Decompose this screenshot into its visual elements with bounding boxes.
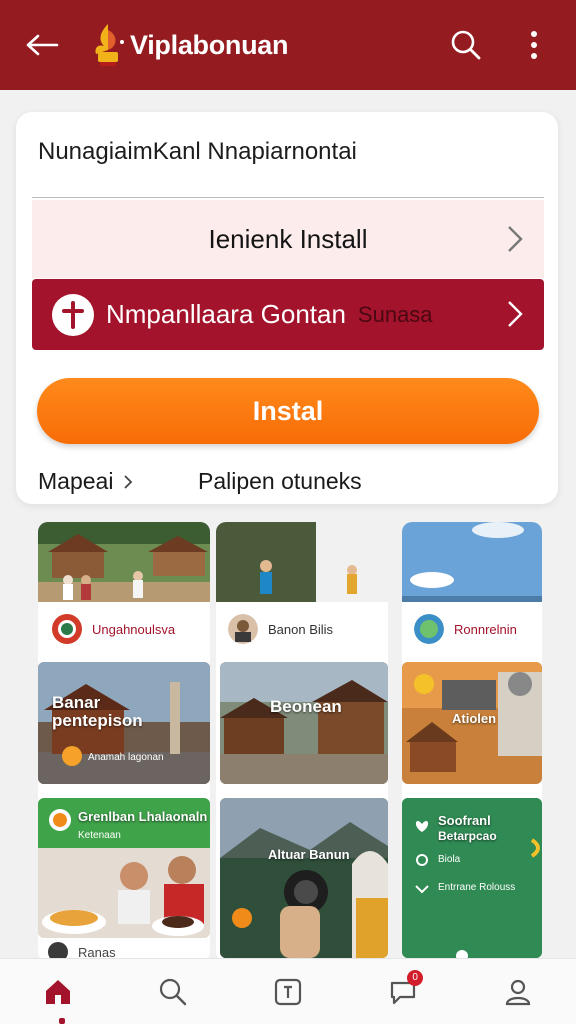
app-title: Viplabonuan (130, 29, 289, 60)
channel-chip[interactable]: Banon Bilis (228, 614, 333, 644)
arrow-left-icon (26, 34, 59, 56)
chevron-right-icon (124, 474, 133, 489)
channel-chip-label: Ungahnoulsva (92, 621, 176, 637)
app-bar: Viplabonuan (0, 0, 576, 90)
image-tile[interactable]: Soofranl Betarpcao Biola Entrrane Rolous… (402, 798, 542, 958)
more-vertical-icon (531, 31, 537, 59)
app-logo-icon (88, 20, 128, 70)
cross-icon (52, 293, 94, 336)
app-info-card: NunagiaimKanl Nnapiarnontai Ienienk Inst… (16, 112, 558, 504)
chevron-right-icon (508, 226, 523, 252)
nav-search[interactable] (149, 968, 197, 1016)
content-grid: Ungahnoulsva Banar pentepison Anamah lag… (32, 518, 546, 962)
search-icon (159, 978, 186, 1005)
tile-title: Altuar Banun (268, 847, 350, 862)
more-options-button[interactable] (514, 25, 554, 65)
avatar (228, 614, 258, 644)
tile-title: Grenlban Lhalaonaln (78, 809, 208, 824)
content-column[interactable]: Ungahnoulsva Banar pentepison Anamah lag… (38, 522, 210, 962)
chevron-right-icon (508, 301, 523, 327)
tile-subtitle: pentepison (52, 711, 143, 730)
tile-title: Soofranl (438, 813, 491, 828)
channel-chip-label: Banon Bilis (268, 621, 334, 637)
install-button[interactable]: Instal (37, 378, 539, 444)
content-column[interactable]: Banon Bilis Beonean Altuar Banun (216, 522, 388, 962)
tile-item: Entrrane Rolouss (438, 882, 516, 893)
nav-profile[interactable] (494, 968, 542, 1016)
card-heading: NunagiaimKanl Nnapiarnontai (38, 138, 357, 165)
feature-row-label: Nmpanllaara Gontan (106, 299, 346, 329)
photo-banner (38, 522, 210, 602)
nav-apps[interactable] (264, 968, 312, 1016)
image-tile[interactable]: Grenlban Lhalaonaln Ketenaan (38, 798, 210, 938)
content-column[interactable]: Ronnrelnin Atiolen Soofranl Betarpcao Bi… (402, 522, 542, 962)
tile-item: Biola (438, 854, 461, 865)
tile-subtitle: Ketenaan (78, 830, 121, 841)
user-icon (506, 979, 531, 1005)
photo-banner (216, 522, 388, 602)
meta-left-label: Mapeai (38, 468, 114, 494)
tile-subtitle: Betarpcao (438, 829, 497, 843)
search-button[interactable] (446, 25, 486, 65)
tile-caption: Anamah lagonan (88, 752, 164, 763)
feature-row[interactable]: Nmpanllaara Gontan Sunasa (32, 279, 544, 350)
active-tab-indicator (59, 1018, 65, 1024)
square-tile-icon (274, 978, 302, 1005)
search-icon (451, 30, 481, 60)
notification-badge: 0 (407, 969, 424, 986)
image-tile[interactable]: Altuar Banun (220, 798, 388, 958)
image-tile[interactable]: Beonean (220, 662, 388, 784)
meta-link[interactable]: Mapeai (38, 468, 133, 495)
image-tile[interactable]: Atiolen (402, 662, 542, 784)
tile-title: Banar (52, 693, 101, 712)
back-button[interactable] (22, 25, 62, 65)
channel-chip[interactable]: Ronnrelnin (414, 614, 517, 644)
meta-right-label[interactable]: Palipen otuneks (198, 468, 362, 495)
install-row[interactable]: Ienienk Install (32, 200, 544, 278)
avatar (52, 614, 82, 644)
bottom-navigation: 0 (0, 958, 576, 1024)
tile-title: Atiolen (452, 711, 497, 726)
tile-title: Beonean (270, 697, 342, 716)
photo-banner (402, 522, 542, 602)
install-row-label: Ienienk Install (208, 223, 368, 254)
nav-home[interactable] (34, 968, 82, 1016)
image-tile[interactable]: Banar pentepison Anamah lagonan (38, 662, 210, 784)
nav-messages[interactable]: 0 (379, 968, 427, 1016)
channel-chip[interactable]: Ungahnoulsva (52, 614, 175, 644)
channel-chip-label: Ronnrelnin (454, 621, 517, 637)
home-icon (45, 979, 70, 1004)
avatar (414, 614, 444, 644)
divider (32, 197, 544, 198)
feature-row-sub: Sunasa (357, 301, 433, 327)
